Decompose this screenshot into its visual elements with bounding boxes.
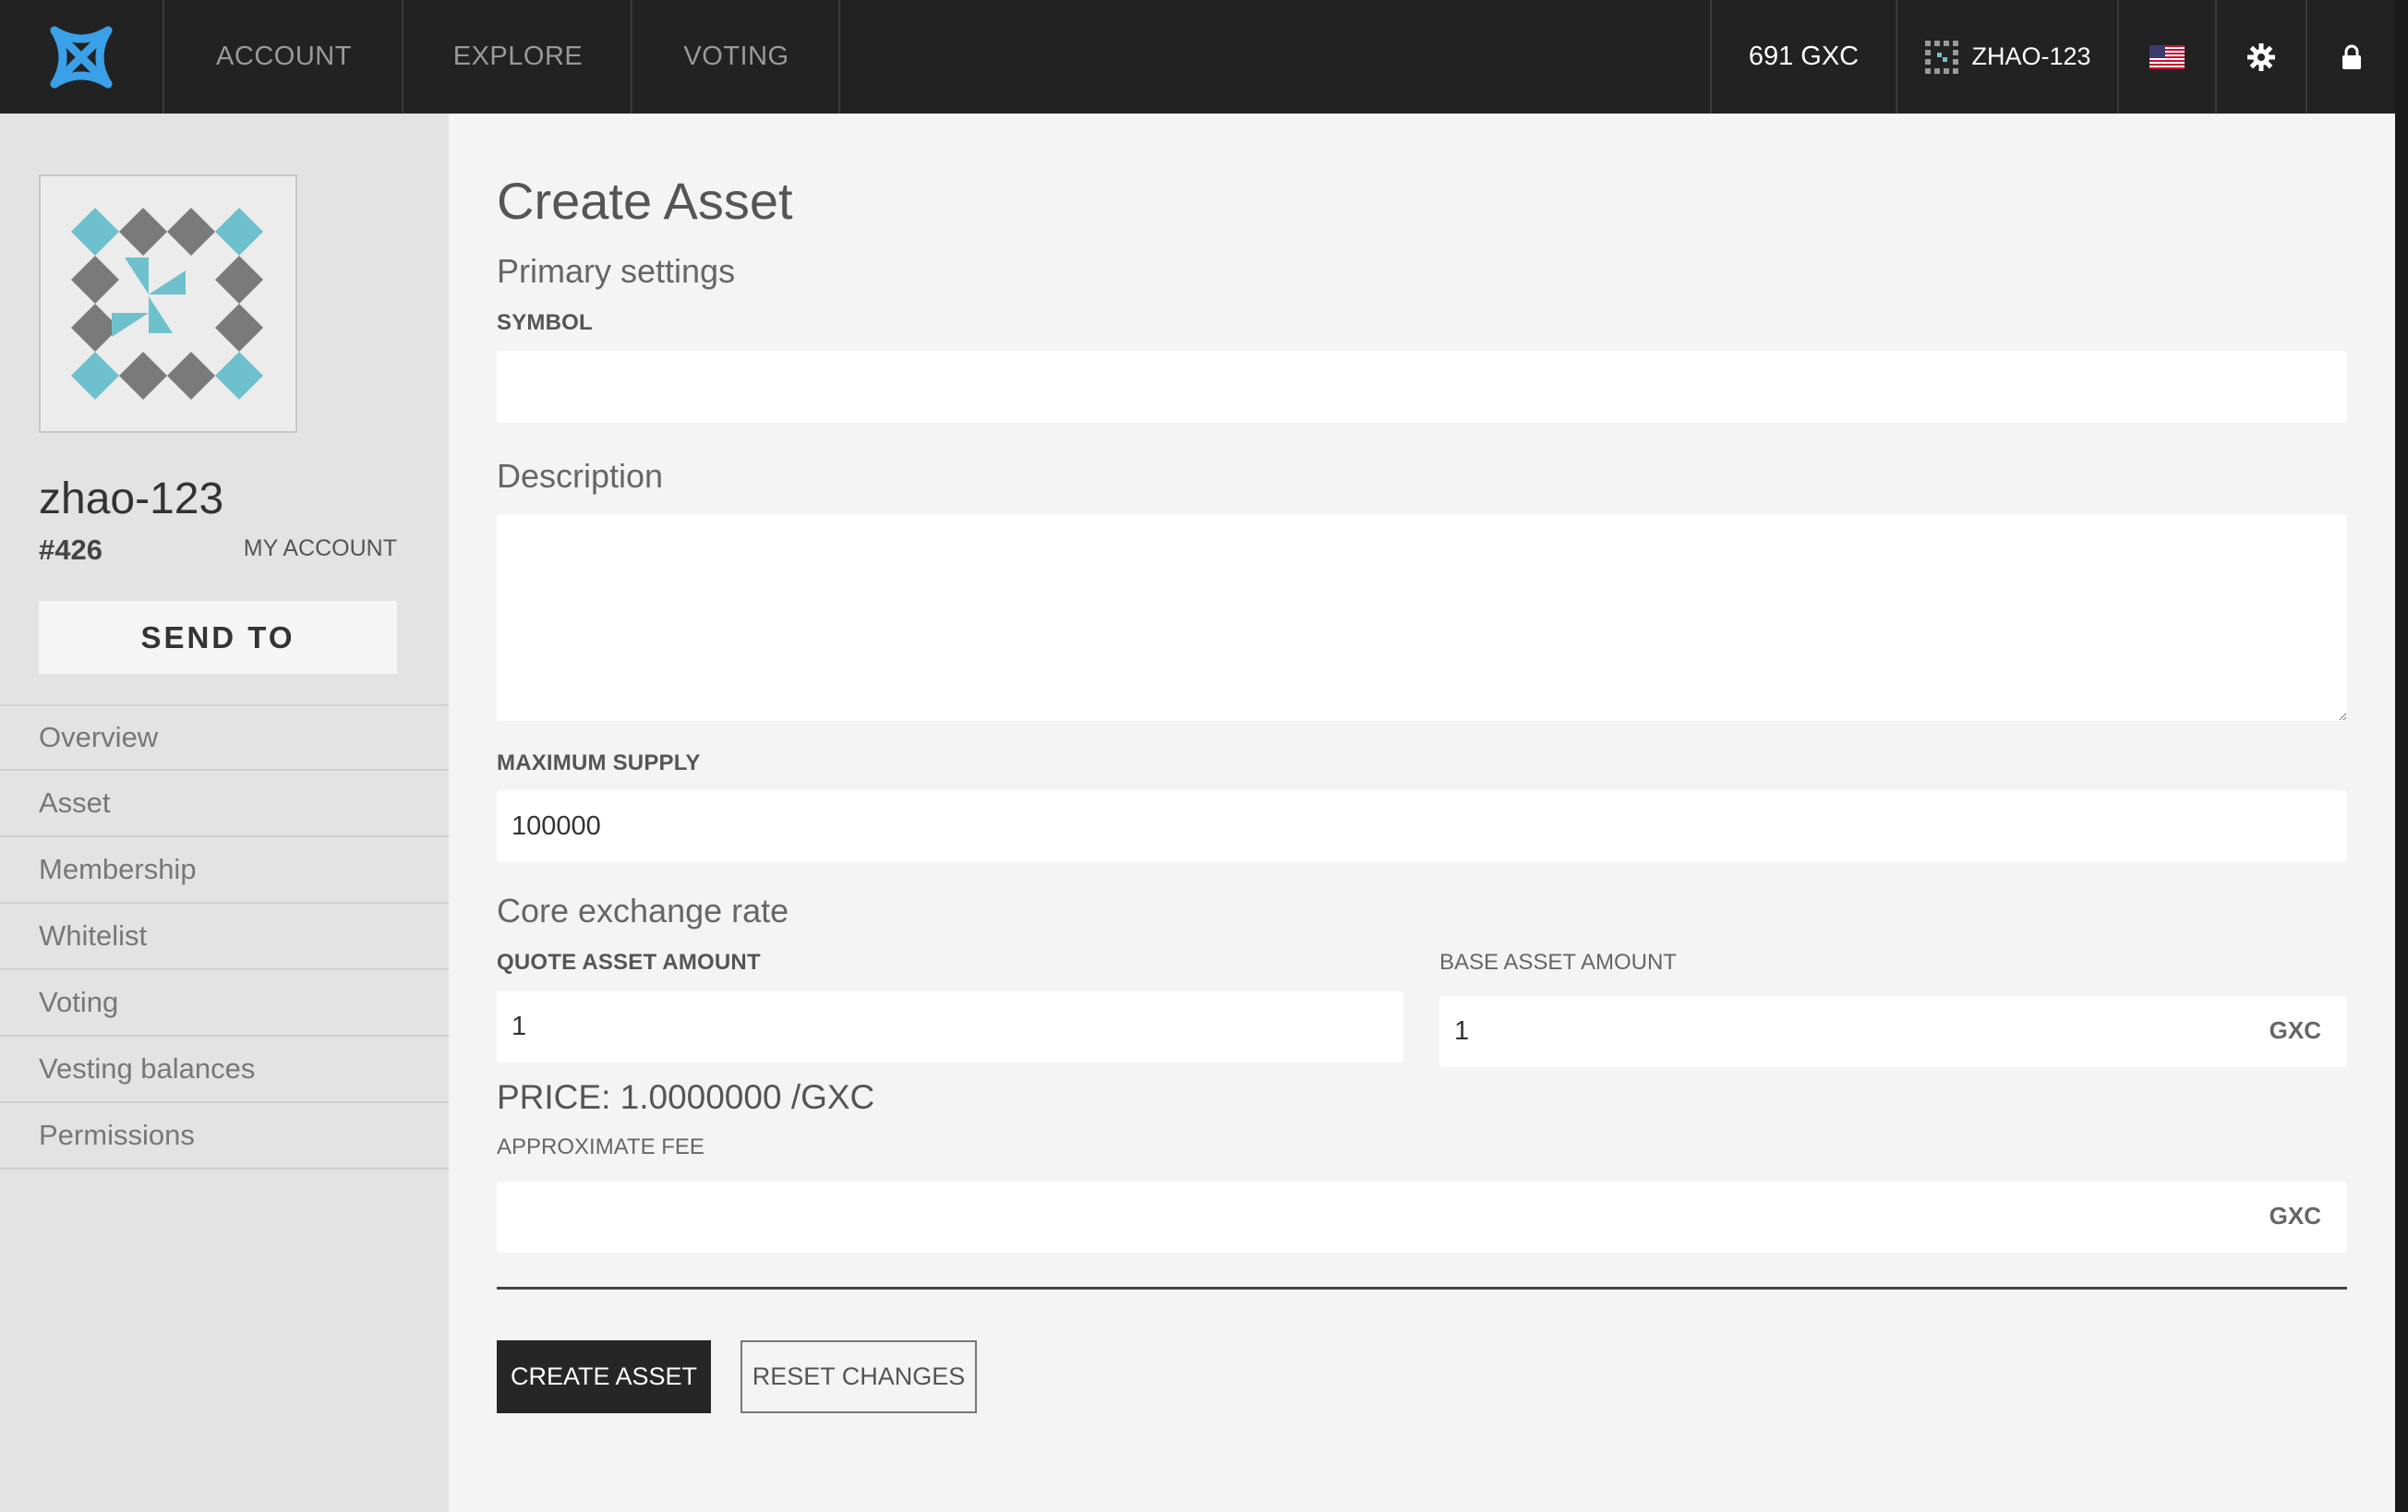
sidebar-item-voting[interactable]: Voting bbox=[0, 970, 449, 1037]
top-navigation-bar: ACCOUNT EXPLORE VOTING 691 GXC ZHAO-123 bbox=[0, 0, 2395, 114]
description-textarea[interactable] bbox=[497, 514, 2347, 721]
gxchain-logo[interactable] bbox=[0, 0, 164, 114]
account-avatar-icon bbox=[1925, 40, 1959, 74]
primary-settings-heading: Primary settings bbox=[497, 252, 736, 290]
lock-button[interactable] bbox=[2306, 0, 2395, 114]
gear-icon bbox=[2247, 42, 2275, 71]
nav-explore[interactable]: EXPLORE bbox=[405, 0, 632, 114]
symbol-label: SYMBOL bbox=[497, 310, 593, 335]
create-asset-panel: Create Asset Primary settings SYMBOL Des… bbox=[449, 114, 2395, 1512]
nav-account[interactable]: ACCOUNT bbox=[166, 0, 403, 114]
settings-button[interactable] bbox=[2215, 0, 2306, 114]
nav-voting[interactable]: VOTING bbox=[634, 0, 840, 114]
page-title: Create Asset bbox=[497, 172, 793, 230]
sidebar-item-membership[interactable]: Membership bbox=[0, 837, 449, 904]
quote-asset-amount-input[interactable] bbox=[497, 991, 1403, 1062]
reset-changes-button[interactable]: RESET CHANGES bbox=[740, 1340, 977, 1413]
sidebar-item-whitelist[interactable]: Whitelist bbox=[0, 904, 449, 970]
lock-icon bbox=[2342, 44, 2361, 69]
identicon-image bbox=[71, 208, 263, 400]
account-avatar bbox=[39, 174, 297, 433]
fee-unit: GXC bbox=[2269, 1202, 2321, 1230]
account-menu[interactable]: ZHAO-123 bbox=[1896, 0, 2117, 114]
account-sidebar: zhao-123 #426 MY ACCOUNT SEND TO Overvie… bbox=[0, 114, 449, 1512]
maximum-supply-label: MAXIMUM SUPPLY bbox=[497, 750, 701, 775]
window-edge bbox=[2395, 0, 2408, 1512]
account-name: ZHAO-123 bbox=[1971, 42, 2091, 70]
symbol-input[interactable] bbox=[497, 351, 2347, 423]
quote-asset-amount-label: QUOTE ASSET AMOUNT bbox=[497, 950, 761, 975]
maximum-supply-input[interactable] bbox=[497, 790, 2347, 862]
description-label: Description bbox=[497, 457, 664, 495]
language-selector[interactable] bbox=[2117, 0, 2215, 114]
base-asset-amount-label: BASE ASSET AMOUNT bbox=[1439, 950, 1677, 975]
logo-icon bbox=[50, 26, 113, 88]
base-asset-unit: GXC bbox=[2269, 1016, 2321, 1044]
base-asset-amount-group: GXC bbox=[1439, 996, 2347, 1067]
my-account-link[interactable]: MY ACCOUNT bbox=[244, 535, 397, 562]
sidebar-item-vesting-balances[interactable]: Vesting balances bbox=[0, 1037, 449, 1103]
sidebar-item-permissions[interactable]: Permissions bbox=[0, 1103, 449, 1170]
sidebar-item-overview[interactable]: Overview bbox=[0, 704, 449, 771]
sidebar-item-asset[interactable]: Asset bbox=[0, 771, 449, 837]
send-to-button[interactable]: SEND TO bbox=[39, 601, 397, 674]
us-flag-icon bbox=[2149, 44, 2185, 69]
core-exchange-rate-heading: Core exchange rate bbox=[497, 892, 789, 930]
balance-display[interactable]: 691 GXC bbox=[1710, 0, 1896, 114]
create-asset-button[interactable]: CREATE ASSET bbox=[497, 1340, 711, 1413]
price-display: PRICE: 1.0000000 /GXC bbox=[497, 1078, 875, 1116]
approximate-fee-group: GXC bbox=[497, 1182, 2347, 1253]
base-asset-amount-input[interactable] bbox=[1439, 996, 2347, 1067]
approximate-fee-input[interactable] bbox=[497, 1182, 2347, 1253]
sidebar-account-id: #426 bbox=[39, 534, 102, 566]
approximate-fee-label: APPROXIMATE FEE bbox=[497, 1134, 704, 1159]
sidebar-account-name: zhao-123 bbox=[39, 474, 224, 523]
sidebar-menu: Overview Asset Membership Whitelist Voti… bbox=[0, 704, 449, 1170]
form-divider bbox=[497, 1287, 2347, 1290]
